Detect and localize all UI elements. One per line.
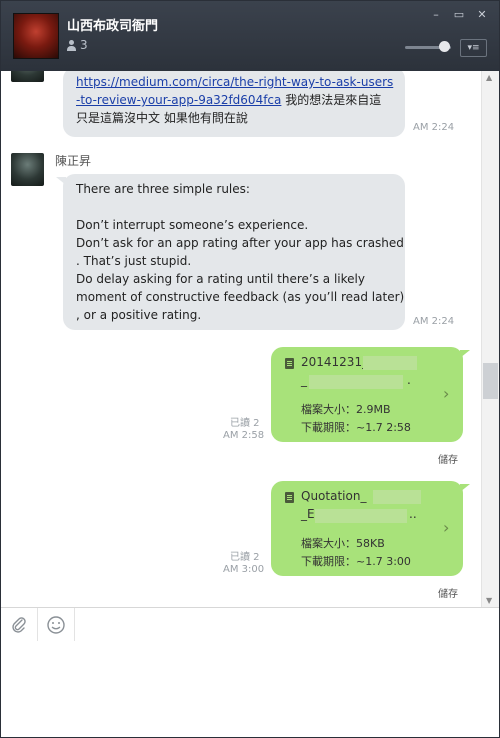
chevron-right-icon[interactable]: › <box>443 384 449 403</box>
message-time: AM 2:24 <box>413 316 455 327</box>
file-name-continued: _E <box>301 507 315 521</box>
file-name-ellipsis: .. <box>409 507 417 521</box>
chat-title: 山西布政司衙門 <box>67 19 159 34</box>
message-text: 我的想法是來自這 <box>281 93 382 107</box>
paperclip-icon <box>12 616 26 633</box>
redacted-block <box>309 375 403 389</box>
file-message-bubble[interactable]: 20141231_ _ . 檔案大小：2.9MB 下載期限：~1.7 2:58 … <box>271 347 470 442</box>
message-input[interactable] <box>1 641 499 737</box>
message-time: AM 2:58 <box>223 430 265 441</box>
close-button[interactable]: ✕ <box>476 9 488 21</box>
message-line-blank <box>76 198 404 216</box>
file-name: 20141231_ <box>301 355 369 369</box>
message-line: Don’t ask for an app rating after your a… <box>76 236 404 250</box>
save-link[interactable]: 儲存 <box>438 585 458 600</box>
file-expiry: 下載期限：~1.7 2:58 <box>301 421 411 434</box>
file-name-continued: _ <box>301 373 307 387</box>
scroll-down-arrow-icon[interactable]: ▼ <box>486 596 492 605</box>
message-line: Don’t interrupt someone’s experience. <box>76 218 309 232</box>
message-line: Do delay asking for a rating until there… <box>76 272 365 286</box>
message-list: https://medium.com/circa/the-right-way-t… <box>1 71 481 607</box>
file-name-ellipsis: . <box>407 373 411 387</box>
message-bubble-incoming[interactable]: There are three simple rules: Don’t inte… <box>56 174 405 330</box>
message-line: moment of constructive feedback (as you’… <box>76 290 405 304</box>
sender-avatar[interactable] <box>11 71 44 82</box>
file-expiry: 下載期限：~1.7 3:00 <box>301 555 411 568</box>
chat-window: 山西布政司衙門 3 – ▭ ✕ ▾≡ https://medium.com/ci… <box>0 0 500 738</box>
maximize-button[interactable]: ▭ <box>453 9 465 21</box>
message-line: . That’s just stupid. <box>76 254 192 268</box>
redacted-block <box>373 490 421 504</box>
member-count[interactable]: 3 <box>67 38 88 52</box>
member-count-value: 3 <box>80 38 88 52</box>
redacted-block <box>315 509 407 523</box>
scroll-thumb[interactable] <box>483 363 498 399</box>
chat-scrollbar[interactable]: ▲ ▼ <box>481 71 499 607</box>
file-name: Quotation_ <box>301 489 367 503</box>
opacity-slider-knob[interactable] <box>439 41 450 52</box>
message-bubble-incoming[interactable]: https://medium.com/circa/the-right-way-t… <box>63 71 405 137</box>
emoji-button[interactable] <box>38 608 75 641</box>
read-receipt: 已讀 2 <box>230 552 260 563</box>
save-link[interactable]: 儲存 <box>438 451 458 466</box>
file-message-bubble[interactable]: Quotation_ _E .. 檔案大小：58KB 下載期限：~1.7 3:0… <box>271 481 470 576</box>
person-icon <box>67 39 76 51</box>
sender-name: 陳正昇 <box>55 154 92 168</box>
scroll-up-arrow-icon[interactable]: ▲ <box>486 73 492 82</box>
message-link[interactable]: https://medium.com/circa/the-right-way-t… <box>76 75 393 89</box>
minimize-button[interactable]: – <box>430 9 442 21</box>
chat-header: 山西布政司衙門 3 – ▭ ✕ ▾≡ <box>1 1 499 71</box>
file-size: 檔案大小：2.9MB <box>301 403 391 416</box>
redacted-block <box>363 356 417 370</box>
sender-avatar[interactable] <box>11 153 44 186</box>
read-receipt: 已讀 2 <box>230 418 260 429</box>
message-time: AM 2:24 <box>413 122 455 133</box>
message-text: 只是這篇沒中文 如果他有問在說 <box>76 111 248 125</box>
group-avatar[interactable] <box>13 13 59 59</box>
input-toolbar <box>1 607 499 642</box>
smiley-icon <box>47 615 65 634</box>
message-line: There are three simple rules: <box>76 182 250 196</box>
menu-button[interactable]: ▾≡ <box>460 39 487 57</box>
message-link-continued[interactable]: -to-review-your-app-9a32fd604fca <box>76 93 281 107</box>
attach-button[interactable] <box>1 608 38 641</box>
message-time: AM 3:00 <box>223 564 265 575</box>
file-size: 檔案大小：58KB <box>301 537 385 550</box>
file-icon <box>285 492 294 503</box>
message-line: , or a positive rating. <box>76 308 202 322</box>
chevron-right-icon[interactable]: › <box>443 518 449 537</box>
file-icon <box>285 358 294 369</box>
